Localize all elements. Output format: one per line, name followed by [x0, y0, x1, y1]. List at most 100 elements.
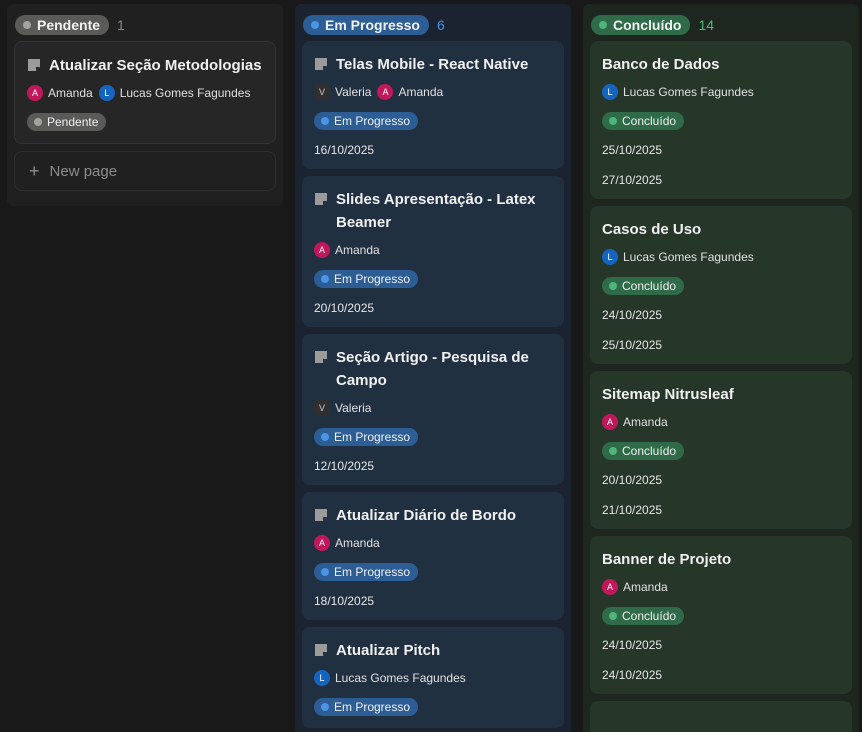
avatar: L — [602, 84, 618, 100]
assignee[interactable]: A Amanda — [602, 579, 668, 595]
assignee[interactable]: A Amanda — [602, 414, 668, 430]
card[interactable]: Slides Apresentação - Latex Beamer A Aman… — [302, 176, 564, 327]
page-icon — [314, 57, 328, 71]
assignee[interactable]: A Amanda — [314, 242, 380, 258]
assignee[interactable]: L Lucas Gomes Fagundes — [98, 85, 250, 101]
page-icon — [314, 192, 328, 206]
assignees: L Lucas Gomes Fagundes — [602, 249, 840, 265]
card-title: Atualizar Pitch — [314, 639, 552, 662]
page-icon — [314, 350, 328, 364]
avatar: V — [314, 84, 330, 100]
card-title: Telas Mobile - React Native — [314, 53, 552, 76]
status-tag: Em Progresso — [314, 563, 419, 581]
status-dot-icon — [321, 568, 329, 576]
card-date: 16/10/2025 — [314, 143, 375, 157]
card[interactable]: Casos de Uso L Lucas Gomes Fagundes Concl… — [590, 206, 852, 364]
column-header: Pendente 1 — [7, 9, 283, 41]
assignee[interactable]: A Amanda — [314, 535, 380, 551]
status-dot-icon — [321, 433, 329, 441]
status-tag: Concluído — [602, 442, 685, 460]
status-tag: Pendente — [27, 113, 107, 131]
card[interactable]: Atualizar Diário de Bordo A Amanda Em Pro… — [302, 492, 564, 620]
card-title: Atualizar Diário de Bordo — [314, 504, 552, 527]
avatar: A — [602, 579, 618, 595]
avatar: L — [98, 85, 115, 101]
assignee[interactable]: A Amanda — [27, 85, 93, 101]
avatar: V — [314, 400, 330, 416]
status-dot-icon — [321, 703, 329, 711]
assignee[interactable]: L Lucas Gomes Fagundes — [314, 670, 466, 686]
status-dot-icon — [321, 117, 329, 125]
assignees: A Amanda — [314, 535, 552, 551]
card-date: 24/10/2025 — [602, 308, 663, 322]
page-icon — [314, 508, 328, 522]
card[interactable]: Telas Mobile - React Native V Valeria A Am… — [302, 41, 564, 169]
assignees: V Valeria — [314, 400, 552, 416]
card-date: 25/10/2025 — [602, 338, 663, 352]
card[interactable] — [590, 701, 852, 732]
status-dot-icon — [609, 612, 617, 620]
status-group-pill[interactable]: Pendente — [15, 15, 110, 35]
status-tag: Em Progresso — [314, 270, 419, 288]
status-tag: Concluído — [602, 112, 685, 130]
avatar: L — [314, 670, 330, 686]
status-group-pill[interactable]: Concluído — [591, 15, 691, 35]
status-tag: Em Progresso — [314, 428, 419, 446]
assignees: L Lucas Gomes Fagundes — [314, 670, 552, 686]
assignee[interactable]: L Lucas Gomes Fagundes — [602, 84, 754, 100]
card-title: Sitemap Nitrusleaf — [602, 386, 734, 403]
card-list: Telas Mobile - React Native V Valeria A Am… — [295, 41, 571, 728]
card-title: Atualizar Seção Metodologias — [27, 54, 263, 77]
card-title: Banco de Dados — [602, 56, 720, 73]
status-tag: Em Progresso — [314, 112, 419, 130]
status-group-pill[interactable]: Em Progresso — [303, 15, 429, 35]
card[interactable]: Banco de Dados L Lucas Gomes Fagundes Con… — [590, 41, 852, 199]
assignees: V Valeria A Amanda — [314, 84, 552, 100]
status-tag: Em Progresso — [314, 698, 419, 716]
status-dot-icon — [609, 447, 617, 455]
card[interactable]: Banner de Projeto A Amanda Concluído 24/1… — [590, 536, 852, 694]
assignee[interactable]: V Valeria — [314, 400, 371, 416]
assignee[interactable]: A Amanda — [377, 84, 443, 100]
card[interactable]: Sitemap Nitrusleaf A Amanda Concluído 20/… — [590, 371, 852, 529]
avatar: A — [27, 85, 43, 101]
page-icon — [314, 643, 328, 657]
card-date: 27/10/2025 — [602, 173, 663, 187]
card-date: 20/10/2025 — [602, 473, 663, 487]
status-dot-icon — [23, 21, 31, 29]
card[interactable]: Seção Artigo - Pesquisa de Campo V Valeri… — [302, 334, 564, 485]
kanban-board: Pendente 1 Atualizar Seção Metodologias … — [0, 0, 862, 732]
card-date: 24/10/2025 — [602, 668, 663, 682]
avatar: A — [377, 84, 394, 100]
card[interactable]: Atualizar Seção Metodologias A Amanda L Lu… — [14, 41, 276, 144]
card[interactable]: Atualizar Pitch L Lucas Gomes Fagundes Em… — [302, 627, 564, 728]
column-concluido: Concluído 14 Banco de Dados L Lucas Gomes… — [583, 4, 859, 732]
card-date: 21/10/2025 — [602, 503, 663, 517]
card-list: Atualizar Seção Metodologias A Amanda L Lu… — [7, 41, 283, 191]
assignees: A Amanda — [314, 242, 552, 258]
card-title: Slides Apresentação - Latex Beamer — [314, 188, 552, 234]
new-page-button[interactable]: + New page — [14, 151, 276, 191]
status-tag: Concluído — [602, 277, 685, 295]
status-dot-icon — [321, 275, 329, 283]
card-title: Banner de Projeto — [602, 551, 732, 568]
status-dot-icon — [311, 21, 319, 29]
assignee[interactable]: L Lucas Gomes Fagundes — [602, 249, 754, 265]
assignee[interactable]: V Valeria — [314, 84, 371, 100]
assignees: A Amanda — [602, 414, 840, 430]
card-title: Seção Artigo - Pesquisa de Campo — [314, 346, 552, 392]
card-date: 24/10/2025 — [602, 638, 663, 652]
avatar: A — [602, 414, 618, 430]
status-tag: Concluído — [602, 607, 685, 625]
card-count: 14 — [698, 17, 715, 33]
status-dot-icon — [599, 21, 607, 29]
column-em-progresso: Em Progresso 6 Telas Mobile - React Nati… — [295, 4, 571, 732]
avatar: L — [602, 249, 618, 265]
card-date: 25/10/2025 — [602, 143, 663, 157]
column-header: Concluído 14 — [583, 9, 859, 41]
card-count: 6 — [436, 17, 445, 33]
status-dot-icon — [609, 117, 617, 125]
plus-icon: + — [29, 161, 40, 181]
column-header: Em Progresso 6 — [295, 9, 571, 41]
card-date: 12/10/2025 — [314, 459, 375, 473]
